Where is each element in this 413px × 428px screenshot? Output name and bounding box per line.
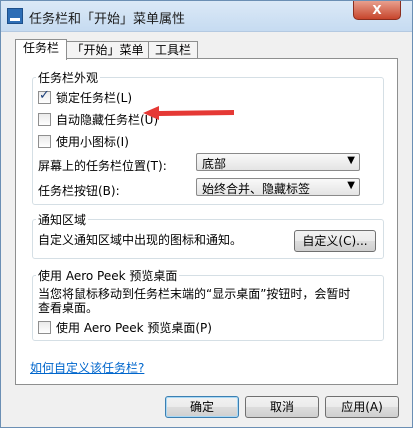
close-button[interactable]: X — [353, 1, 401, 20]
annotation-arrow-icon — [143, 106, 234, 120]
notification-group-title: 通知区域 — [36, 211, 89, 228]
taskbar-location-value: 底部 — [202, 157, 227, 171]
ok-button[interactable]: 确定 — [165, 396, 239, 418]
aero-peek-checkbox-label: 使用 Aero Peek 预览桌面(P) — [56, 321, 212, 335]
taskbar-buttons-select[interactable]: 始终合并、隐藏标签 ▼ — [196, 178, 360, 196]
lock-taskbar-label: 锁定任务栏(L) — [56, 91, 133, 105]
dropdown-arrow-icon: ▼ — [347, 180, 355, 191]
window-title: 任务栏和「开始」菜单属性 — [29, 12, 186, 27]
small-icons-checkbox[interactable] — [38, 135, 51, 148]
title-bar: 任务栏和「开始」菜单属性 X — [1, 1, 412, 32]
taskbar-location-select[interactable]: 底部 ▼ — [196, 153, 360, 171]
lock-taskbar-checkbox[interactable] — [38, 88, 51, 104]
annotation-arrow-shape — [143, 106, 234, 120]
dropdown-arrow-icon: ▼ — [347, 155, 355, 166]
customize-button[interactable]: 自定义(C)... — [294, 230, 376, 252]
appearance-group-title: 任务栏外观 — [36, 69, 101, 86]
apply-button[interactable]: 应用(A) — [325, 396, 399, 418]
taskbar-location-label: 屏幕上的任务栏位置(T): — [38, 159, 167, 173]
help-link[interactable]: 如何自定义该任务栏? — [30, 359, 144, 376]
aero-peek-checkbox[interactable] — [38, 321, 51, 334]
tab-toolbars[interactable]: 工具栏 — [148, 41, 198, 59]
tab-taskbar[interactable]: 任务栏 — [15, 39, 67, 60]
taskbar-buttons-value: 始终合并、隐藏标签 — [202, 182, 311, 196]
small-icons-label: 使用小图标(I) — [56, 135, 129, 149]
tab-start-menu[interactable]: 「开始」菜单 — [66, 41, 149, 59]
autohide-checkbox[interactable] — [38, 113, 51, 126]
taskbar-buttons-label: 任务栏按钮(B): — [38, 184, 120, 198]
cancel-button[interactable]: 取消 — [245, 396, 319, 418]
taskbar-icon — [7, 8, 23, 24]
notification-description: 自定义通知区域中出现的图标和通知。 — [38, 233, 243, 247]
aero-peek-description-line2: 查看桌面。 — [38, 301, 99, 315]
properties-dialog: 任务栏和「开始」菜单属性 X 任务栏 「开始」菜单 工具栏 任务栏外观 锁定任务… — [0, 0, 413, 428]
aero-peek-group-title: 使用 Aero Peek 预览桌面 — [36, 267, 180, 284]
